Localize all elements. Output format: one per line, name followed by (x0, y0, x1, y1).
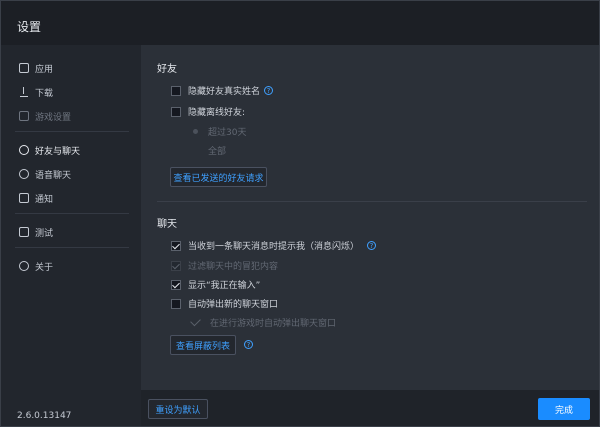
done-button[interactable]: 完成 (538, 398, 590, 420)
section-divider (157, 201, 587, 202)
download-icon (19, 87, 29, 97)
radio-all[interactable] (193, 148, 198, 153)
version-label: 2.6.0.13147 (17, 411, 72, 421)
friends-section-title: 好友 (157, 64, 177, 75)
view-sent-requests-button[interactable]: 查看已发送的好友请求 (170, 167, 267, 187)
help-icon[interactable]: ? (367, 241, 377, 250)
test-icon (19, 227, 29, 237)
reset-defaults-button[interactable]: 重设为默认 (148, 399, 208, 419)
info-icon (19, 261, 29, 271)
option-all-label: 全部 (208, 147, 227, 157)
sidebar-item-label: 关于 (35, 262, 54, 273)
sidebar-item-label: 游戏设置 (35, 112, 72, 123)
sidebar-item-voice-chat[interactable]: 语音聊天 (19, 167, 71, 181)
notify-message-label: 当收到一条聊天消息时提示我（消息闪烁） (188, 242, 360, 252)
sidebar-item-label: 通知 (35, 194, 54, 205)
sidebar-divider (15, 247, 129, 248)
sidebar-item-about[interactable]: 关于 (19, 259, 53, 273)
hide-real-name-option[interactable]: 隐藏好友真实姓名 ? (171, 84, 274, 97)
filter-messages-checkbox[interactable] (171, 260, 181, 271)
chat-section-title: 聊天 (157, 219, 177, 230)
sidebar-item-downloads[interactable]: 下载 (19, 85, 53, 99)
title-bar: 设置 (1, 1, 599, 45)
help-icon[interactable]: ? (264, 86, 274, 95)
sidebar-item-friends-chat[interactable]: 好友与聊天 (19, 143, 80, 157)
window-title: 设置 (17, 20, 42, 34)
option-all[interactable]: 全部 (193, 144, 226, 157)
show-typing-label: 显示“我正在输入” (188, 281, 261, 291)
sidebar-item-notifications[interactable]: 通知 (19, 191, 53, 205)
filter-messages-label: 过滤聊天中的冒犯内容 (188, 262, 279, 272)
help-icon[interactable]: ? (244, 340, 253, 349)
sidebar-item-label: 测试 (35, 228, 54, 239)
notify-message-checkbox[interactable] (171, 240, 181, 251)
filter-messages-option[interactable]: 过滤聊天中的冒犯内容 (171, 259, 278, 272)
sidebar-item-test[interactable]: 测试 (19, 225, 53, 239)
sidebar-item-label: 应用 (35, 64, 54, 75)
show-typing-option[interactable]: 显示“我正在输入” (171, 278, 260, 291)
option-30days[interactable]: 超过30天 (193, 125, 246, 138)
in-game-popup-label: 在进行游戏时自动弹出聊天窗口 (210, 319, 337, 329)
hide-offline-option[interactable]: 隐藏离线好友: (171, 105, 245, 118)
microphone-icon (19, 169, 29, 179)
hide-offline-checkbox[interactable] (171, 106, 181, 117)
auto-popup-option[interactable]: 自动弹出新的聊天窗口 (171, 297, 278, 310)
notification-icon (19, 193, 29, 203)
hide-real-name-label: 隐藏好友真实姓名 (188, 87, 261, 97)
sidebar-item-label: 好友与聊天 (35, 146, 81, 157)
notify-message-option[interactable]: 当收到一条聊天消息时提示我（消息闪烁） ? (171, 239, 377, 252)
option-30days-label: 超过30天 (208, 128, 247, 138)
view-blocked-list-button[interactable]: 查看屏蔽列表 (170, 335, 236, 355)
settings-content: 好友 隐藏好友真实姓名 ? 隐藏离线好友: 超过30天 全部 查看已发送的好友请… (141, 45, 599, 390)
auto-popup-label: 自动弹出新的聊天窗口 (188, 300, 279, 310)
sidebar-item-label: 语音聊天 (35, 170, 72, 181)
app-icon (19, 63, 29, 73)
check-icon[interactable] (190, 315, 201, 327)
settings-window: 设置 应用 下载 游戏设置 好友与聊天 语音聊天 通知 测试 关于 2.6.0.… (0, 0, 600, 427)
sidebar-item-apps[interactable]: 应用 (19, 61, 53, 75)
hide-real-name-checkbox[interactable] (171, 85, 181, 96)
in-game-popup-option[interactable]: 在进行游戏时自动弹出聊天窗口 (190, 315, 337, 329)
sidebar-divider (15, 131, 129, 132)
sidebar-item-label: 下载 (35, 88, 54, 99)
footer-bar: 重设为默认 完成 (141, 390, 599, 426)
show-typing-checkbox[interactable] (171, 279, 181, 290)
user-icon (19, 145, 29, 155)
sidebar: 应用 下载 游戏设置 好友与聊天 语音聊天 通知 测试 关于 2.6.0.131… (1, 45, 141, 426)
radio-30days[interactable] (193, 129, 198, 134)
sidebar-item-game-settings[interactable]: 游戏设置 (19, 109, 71, 123)
sidebar-divider (15, 213, 129, 214)
auto-popup-checkbox[interactable] (171, 298, 181, 309)
game-settings-icon (19, 111, 29, 121)
hide-offline-label: 隐藏离线好友: (188, 108, 246, 118)
